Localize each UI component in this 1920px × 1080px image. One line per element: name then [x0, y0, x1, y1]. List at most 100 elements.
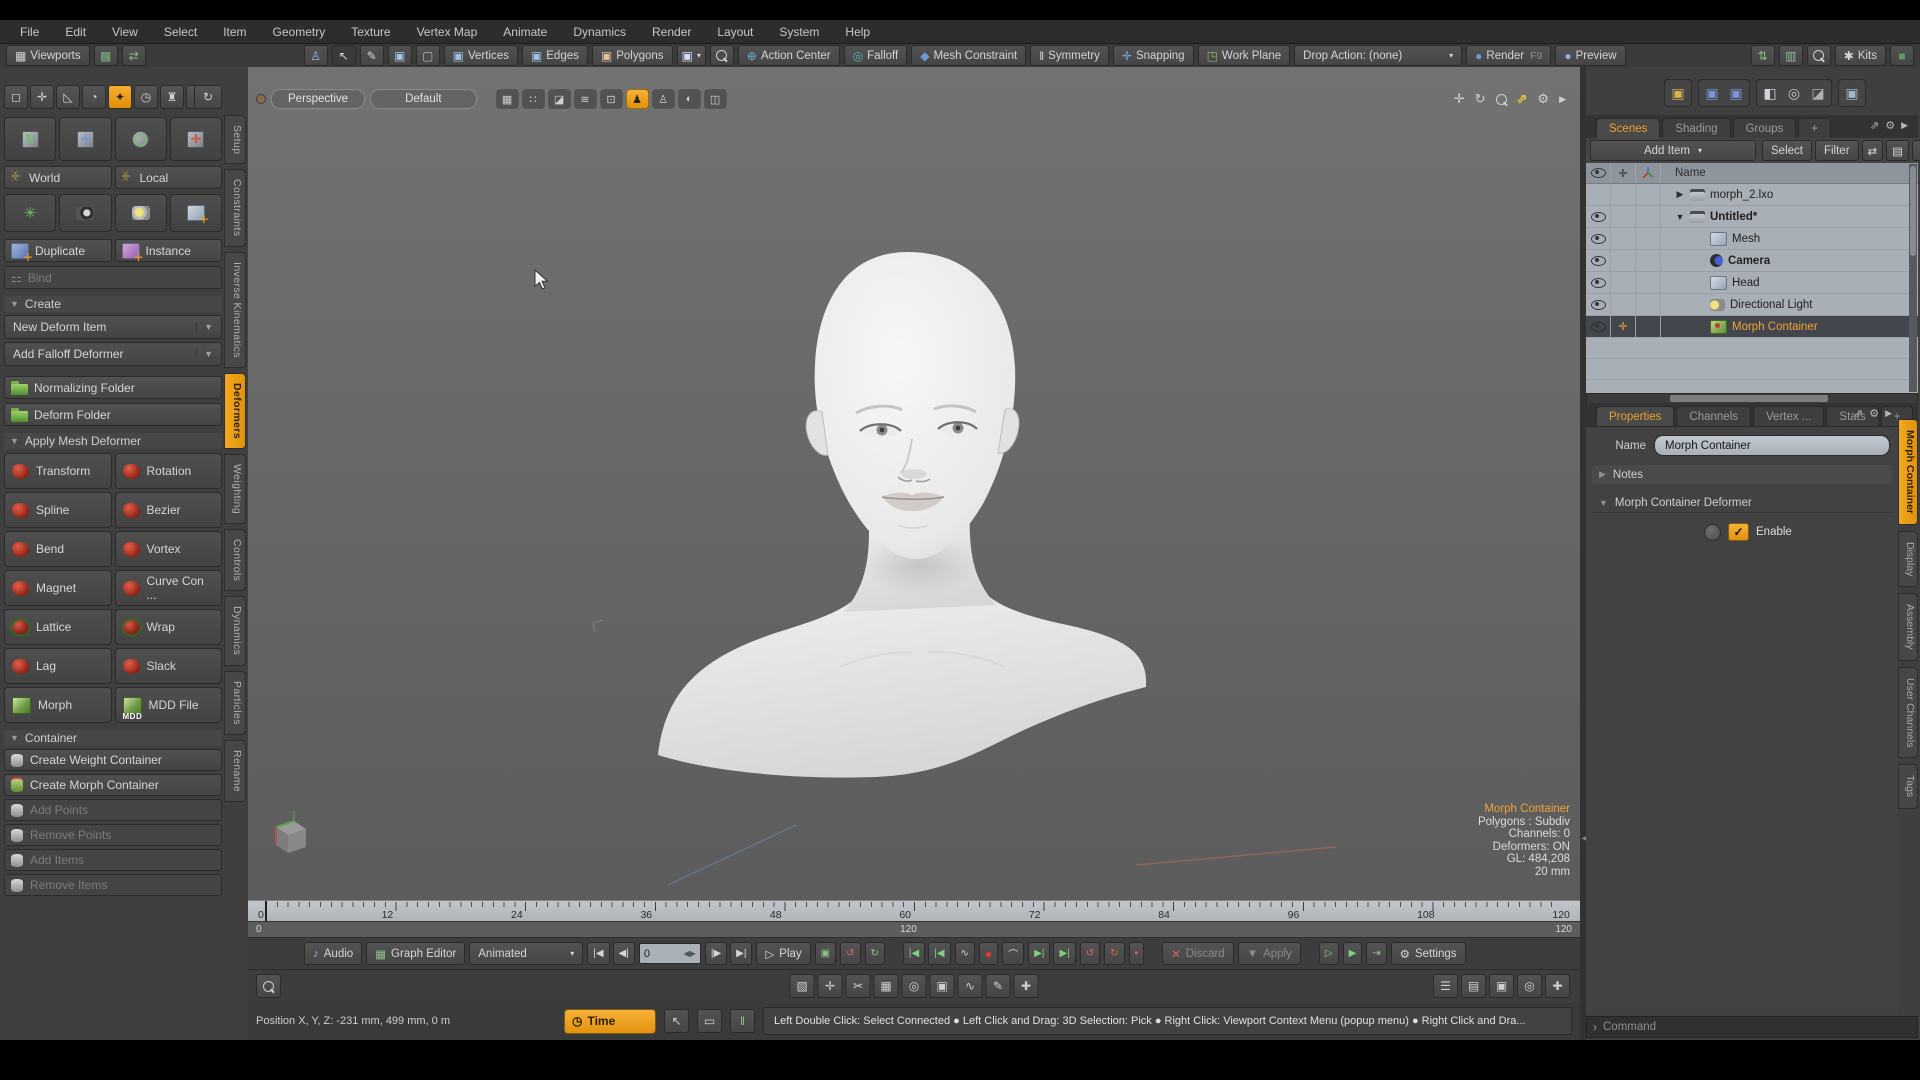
timeline-range-bar[interactable]: 0 120 120 [248, 921, 1580, 938]
tree-row[interactable]: ✛ Morph Container [1586, 316, 1918, 338]
frame-nav-button[interactable]: |▶ [704, 942, 728, 965]
drop-action-dropdown[interactable]: Drop Action: (none) ▾ [1294, 45, 1463, 66]
tool-mode-button[interactable]: ◷ [134, 85, 158, 109]
pick-tool-button[interactable]: ↖ [331, 45, 356, 66]
viewport-toggle-button[interactable]: ◪ [547, 89, 571, 109]
scenes-tab[interactable]: + [1798, 118, 1832, 138]
tool-mode-button[interactable]: ◺ [56, 85, 80, 109]
action-icon-button[interactable]: ▧ [789, 974, 815, 998]
pin-icon[interactable]: ✛ [1618, 320, 1627, 333]
polygons-mode-button[interactable]: ▣ Polygons [591, 45, 673, 66]
add-item-dropdown[interactable]: Add Item ▾ [1590, 140, 1756, 161]
right-vertical-tab[interactable]: Display [1898, 531, 1918, 588]
light-button[interactable] [114, 194, 167, 232]
visibility-eye-icon[interactable] [1590, 277, 1606, 288]
view-icon-button[interactable]: ☰ [1433, 974, 1458, 998]
left-vertical-tab[interactable]: Inverse Kinematics [224, 251, 246, 368]
viewport-dot-icon[interactable] [256, 94, 266, 104]
zoom-select-button[interactable] [709, 45, 734, 66]
refresh-button[interactable]: ↻ [194, 85, 222, 109]
view-icon-button[interactable]: ▤ [1461, 974, 1486, 998]
selection-set-dropdown[interactable]: ▣ ▾ [676, 45, 706, 66]
sliders-button[interactable]: ‖ [730, 1009, 755, 1033]
visibility-eye-icon[interactable] [1590, 255, 1606, 266]
gray-cubes-icon[interactable]: ◪ [1807, 82, 1829, 104]
falloff-button[interactable]: ◎ Falloff [843, 45, 908, 66]
viewport-toggle-button[interactable]: ∷ [521, 89, 545, 109]
menu-item[interactable]: System [767, 22, 831, 42]
action-icon-button[interactable]: ✂ [845, 974, 871, 998]
item-name-field[interactable]: Morph Container [1654, 435, 1890, 456]
add-item-button[interactable] [169, 194, 222, 232]
blue-cubes2-icon[interactable]: ▣ [1725, 82, 1747, 104]
wave-button[interactable]: ∿ [954, 942, 975, 965]
deformer-toggle-button[interactable]: ▣ [814, 942, 837, 965]
right-vertical-tab[interactable]: Tags [1898, 764, 1918, 809]
properties-tab[interactable]: Properties [1596, 406, 1675, 426]
move-gizmo-button[interactable]: ✛ [59, 117, 112, 161]
deformer-button[interactable]: Spline [4, 492, 112, 528]
viewport-toggle-button[interactable]: ◫ [703, 89, 727, 109]
action-center-button[interactable]: ⊕ Action Center [737, 45, 840, 66]
cycle-back-button[interactable]: ↺ [840, 942, 861, 965]
deformer-button[interactable]: Transform [4, 453, 112, 489]
menu-item[interactable]: Dynamics [561, 22, 638, 42]
deformer-button[interactable]: Lattice [4, 609, 112, 645]
deformer-button[interactable]: Curve Con ... [114, 570, 222, 606]
scroll-thumb[interactable] [1669, 395, 1828, 402]
prev-keyframe-button[interactable]: |◀ [928, 942, 951, 965]
next-keyframe-button[interactable]: ▶| [1028, 942, 1051, 965]
new-deform-item-dropdown[interactable]: New Deform Item ▼ [4, 315, 222, 339]
paint-select-button[interactable]: ✎ [359, 45, 384, 66]
viewport-toggle-button[interactable]: ♙ [651, 89, 675, 109]
view-icon-button[interactable]: ✚ [1545, 974, 1570, 998]
right-vertical-tab[interactable]: User Channels [1898, 666, 1918, 759]
apply-button[interactable]: ▼ Apply [1237, 942, 1301, 965]
current-frame-field[interactable]: 0 ◀▶ [638, 943, 701, 964]
locator-button[interactable]: ✳ [4, 194, 57, 232]
container-item-button[interactable]: Create Morph Container [4, 774, 222, 796]
color-swatch-button[interactable]: ■ [1890, 45, 1914, 66]
deformer-button[interactable]: Wrap [114, 609, 222, 645]
symmetry-button[interactable]: ‖ Symmetry [1030, 45, 1109, 66]
menu-item[interactable]: Animate [491, 22, 559, 42]
tree-vertical-scrollbar[interactable] [1909, 164, 1917, 392]
cursor-mode-button[interactable]: ↖ [664, 1009, 689, 1033]
snapping-button[interactable]: ✛ Snapping [1112, 45, 1194, 66]
viewport-toggle-button[interactable]: ▦ [495, 89, 519, 109]
3d-viewport[interactable]: Perspective Default ▦ ∷ ◪ ≋ ⊡ ♟ ♙ ◐ ◫ ✛ ↻ ⇗ ⚙ ▶ … [248, 67, 1580, 900]
key-scale-button[interactable]: ▪ [1128, 942, 1145, 965]
menu-item[interactable]: Geometry [261, 22, 338, 42]
container-item-button[interactable]: Add Points [4, 799, 222, 821]
menu-item[interactable]: Help [833, 22, 882, 42]
rotate-ball-button[interactable]: ◯ [114, 117, 167, 161]
tree-row[interactable]: ✛ Mesh [1586, 228, 1918, 250]
left-vertical-tab[interactable]: Setup [224, 115, 246, 165]
menu-item[interactable]: Edit [53, 22, 98, 42]
cursor-cube-icon[interactable]: ◧ [1759, 82, 1781, 104]
next-keyframe-button[interactable]: ▶| [1053, 942, 1076, 965]
action-icon-button[interactable]: ▦ [873, 974, 899, 998]
menu-item[interactable]: Render [640, 22, 703, 42]
move-cube-button[interactable]: ✛ [169, 117, 222, 161]
pose-button[interactable]: ⌒ [1002, 942, 1025, 965]
normalizing-folder-button[interactable]: Normalizing Folder [4, 376, 222, 399]
menu-item[interactable]: Vertex Map [405, 22, 490, 42]
menu-item[interactable]: Layout [705, 22, 765, 42]
deformer-button[interactable]: Bezier [114, 492, 222, 528]
play-solid-button[interactable]: ▶ [1342, 942, 1363, 965]
add-falloff-deformer-dropdown[interactable]: Add Falloff Deformer ▼ [4, 342, 222, 366]
key-move-button[interactable]: ↺ [1079, 942, 1101, 965]
gear-icon[interactable]: ⚙ [1537, 91, 1549, 107]
tree-row[interactable]: ✛ Head [1586, 272, 1918, 294]
cube-gray-button[interactable]: ▢ [415, 45, 440, 66]
menu-item[interactable]: Texture [339, 22, 402, 42]
graph-editor-button[interactable]: ▦ Graph Editor [366, 942, 466, 965]
expand-icon[interactable]: ⇗ [1870, 119, 1879, 132]
shading-preset-button[interactable]: Default [370, 89, 477, 109]
blue-cubes-icon[interactable]: ▣ [1701, 82, 1723, 104]
zoom-tool-button[interactable] [256, 974, 281, 998]
orbit-icon[interactable]: ↻ [1475, 91, 1486, 107]
tree-row[interactable]: ✛ Directional Light [1586, 294, 1918, 316]
left-vertical-tab[interactable]: Particles [224, 670, 246, 735]
